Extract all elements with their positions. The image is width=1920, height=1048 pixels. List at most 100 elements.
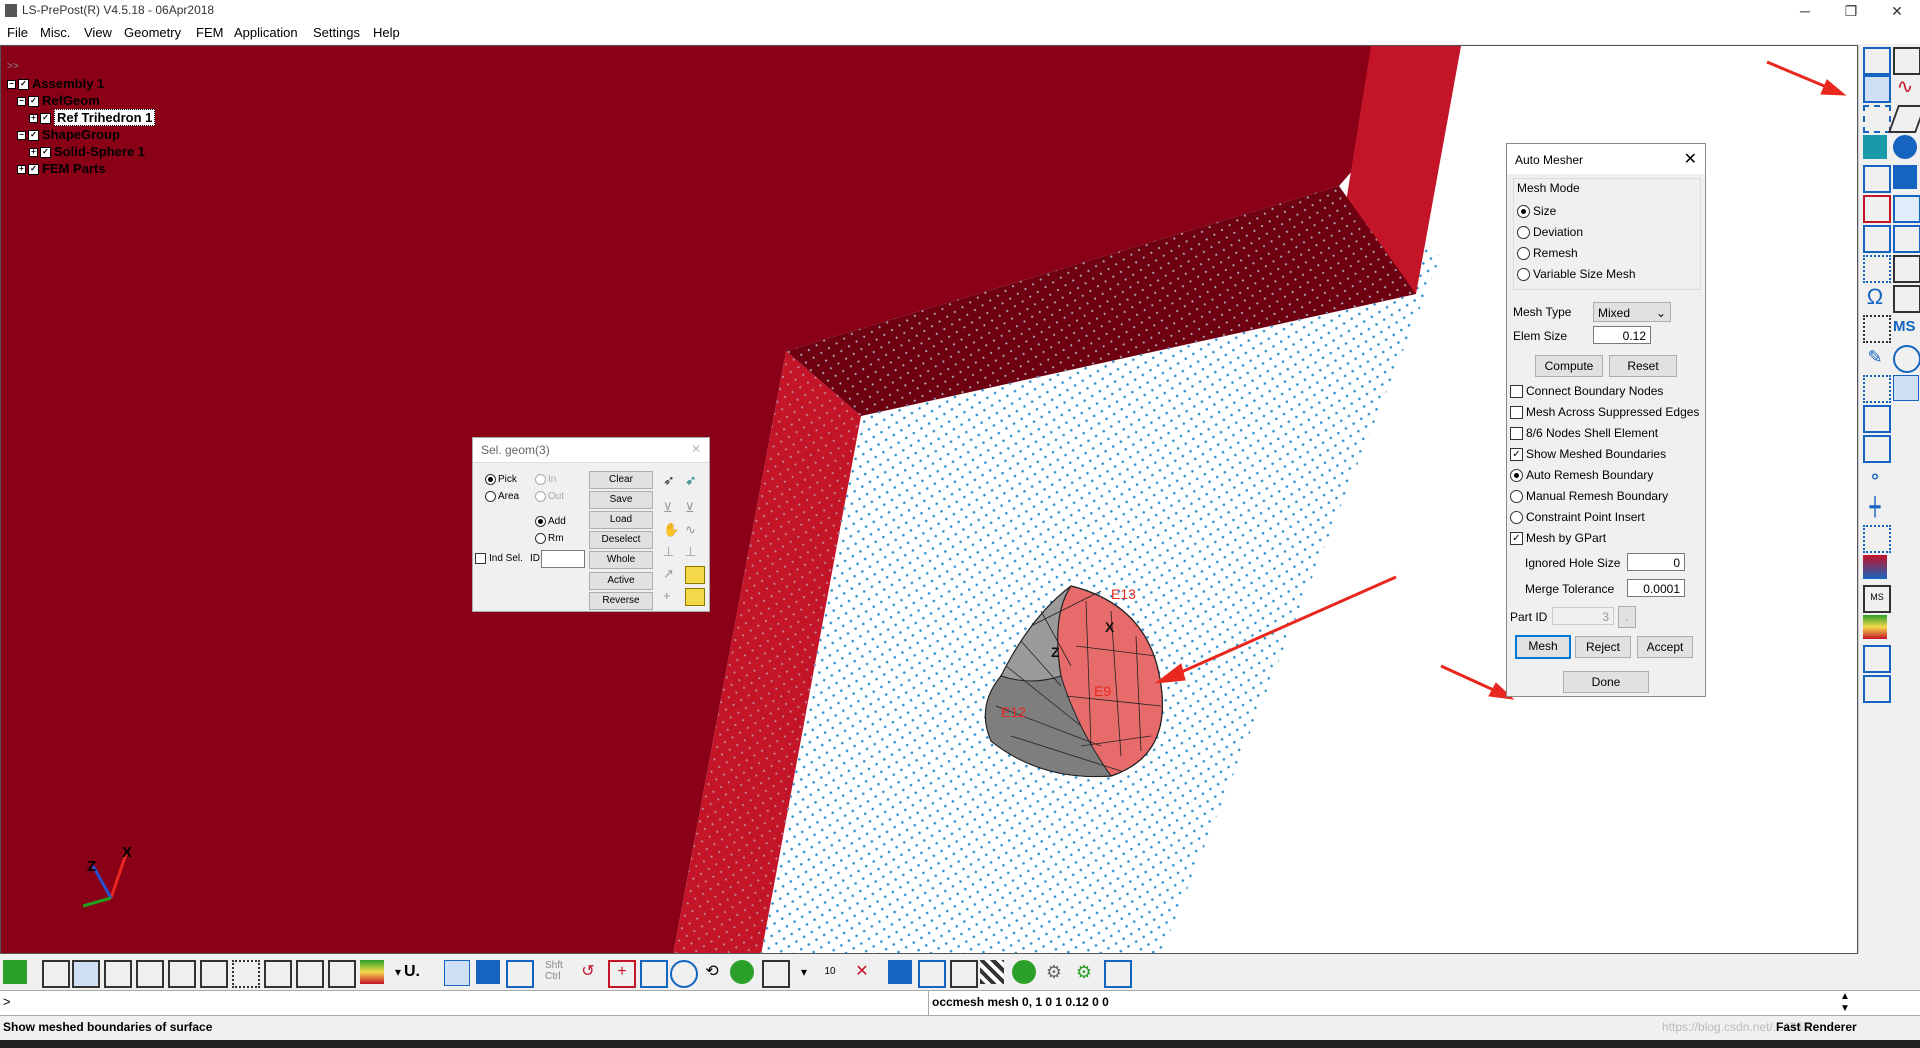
checkbox-icon[interactable]: ✓ xyxy=(28,130,39,142)
axis-toggle-icon[interactable]: ✕ xyxy=(850,960,874,984)
arrow-icon[interactable]: ↗ xyxy=(663,566,681,582)
fringe-view-icon[interactable] xyxy=(296,960,324,988)
transform-icon[interactable] xyxy=(1893,255,1920,283)
auto-mesher-icon[interactable] xyxy=(1863,75,1891,103)
id-input[interactable] xyxy=(541,550,585,568)
restore-button[interactable]: ❐ xyxy=(1828,0,1874,22)
surface-mesh-icon[interactable] xyxy=(1863,435,1891,463)
history-scroll[interactable]: ▲ ▼ xyxy=(1840,991,1850,1015)
shaded-icon[interactable] xyxy=(72,960,100,988)
collapse-icon[interactable]: − xyxy=(7,80,16,90)
constraint-point-radio[interactable]: Constraint Point Insert xyxy=(1510,510,1645,525)
menu-file[interactable]: File xyxy=(7,25,28,40)
tree-item-ref-trihedron[interactable]: + ✓ Ref Trihedron 1 xyxy=(7,109,156,126)
grid-mesh-icon[interactable] xyxy=(1863,105,1891,133)
reverse-button[interactable]: Reverse xyxy=(589,592,653,610)
menu-application[interactable]: Application xyxy=(234,25,298,40)
zoom-icon[interactable] xyxy=(640,960,668,988)
triangle-icon[interactable] xyxy=(1863,225,1891,253)
load-button[interactable]: Load xyxy=(589,511,653,529)
pin-alt-icon[interactable]: ⊥ xyxy=(685,544,703,560)
checkbox-icon[interactable]: ✓ xyxy=(40,147,51,159)
ms-mesh-icon[interactable]: MS xyxy=(1863,585,1891,613)
mode-remesh-radio[interactable]: Remesh xyxy=(1517,246,1578,261)
86-nodes-checkbox[interactable]: 8/6 Nodes Shell Element xyxy=(1510,426,1658,441)
clear-button[interactable]: Clear xyxy=(589,471,653,489)
hand-icon[interactable]: ✋ xyxy=(663,522,681,538)
wireframe-icon[interactable] xyxy=(42,960,70,988)
magnet-icon[interactable]: Ω xyxy=(1863,285,1887,309)
command-input[interactable]: > xyxy=(0,991,929,1015)
highlight-tool-icon[interactable] xyxy=(685,566,705,584)
merge-icon[interactable] xyxy=(1893,375,1919,401)
curve-icon[interactable]: ∿ xyxy=(685,522,703,538)
rotate-view-icon[interactable] xyxy=(670,960,698,988)
solid-view-icon[interactable] xyxy=(476,960,500,984)
color-cube-icon[interactable] xyxy=(1863,555,1887,579)
reset-button[interactable]: Reset xyxy=(1609,355,1677,377)
active-button[interactable]: Active xyxy=(589,572,653,590)
tree-item-assembly[interactable]: − ✓ Assembly 1 xyxy=(7,75,155,92)
collapse-icon[interactable]: − xyxy=(17,97,26,107)
hidden-line-icon[interactable] xyxy=(104,960,132,988)
add-radio[interactable]: Add xyxy=(535,516,566,527)
tree-item-shapegroup[interactable]: − ✓ ShapeGroup xyxy=(7,126,155,143)
close-icon[interactable]: ✕ xyxy=(1684,149,1697,169)
feature-line-icon[interactable] xyxy=(200,960,228,988)
split-icon[interactable]: ┿ xyxy=(1863,495,1887,519)
ms-icon[interactable]: MS xyxy=(1893,315,1917,339)
smooth-icon[interactable] xyxy=(1863,645,1891,673)
home-icon[interactable] xyxy=(918,960,946,988)
tree-item-fem-parts[interactable]: + ✓ FEM Parts xyxy=(7,160,155,177)
rotate-tool-icon[interactable]: ↺ xyxy=(576,960,600,984)
view-dropdown-icon[interactable]: ▾ xyxy=(792,960,816,984)
whole-button[interactable]: Whole xyxy=(589,551,653,569)
globe-icon[interactable] xyxy=(730,960,754,984)
checkbox-icon[interactable]: ✓ xyxy=(18,79,29,91)
ind-sel-checkbox[interactable]: Ind Sel. xyxy=(475,553,523,564)
block-mesh-icon[interactable] xyxy=(1863,405,1891,433)
home-view-icon[interactable] xyxy=(3,960,27,984)
points-icon[interactable] xyxy=(1863,315,1891,343)
points-view-icon[interactable] xyxy=(232,960,260,988)
sphere-icon[interactable] xyxy=(1893,135,1917,159)
plane-icon[interactable] xyxy=(1887,105,1920,133)
out-radio[interactable]: Out xyxy=(535,491,564,502)
save-button[interactable]: Save xyxy=(589,491,653,509)
collapse-icon[interactable]: − xyxy=(17,131,26,141)
iso-view-icon[interactable] xyxy=(506,960,534,988)
manual-remesh-radio[interactable]: Manual Remesh Boundary xyxy=(1510,489,1668,504)
outline-icon[interactable] xyxy=(168,960,196,988)
connect-boundary-checkbox[interactable]: Connect Boundary Nodes xyxy=(1510,384,1663,399)
shell-icon[interactable] xyxy=(1863,165,1891,193)
mesh-type-select[interactable]: Mixed ⌄ xyxy=(1593,302,1671,322)
grid-view-icon[interactable] xyxy=(264,960,292,988)
tree-item-refgeom[interactable]: − ✓ RefGeom xyxy=(7,92,155,109)
filter-alt-icon[interactable]: ⊻ xyxy=(685,500,703,516)
close-icon[interactable]: ✕ xyxy=(691,442,701,456)
plot-icon[interactable] xyxy=(1104,960,1132,988)
area-radio[interactable]: Area xyxy=(485,491,519,502)
menu-misc[interactable]: Misc. xyxy=(40,25,70,40)
table-icon[interactable] xyxy=(1893,285,1920,313)
menu-fem[interactable]: FEM xyxy=(196,25,223,40)
reject-button[interactable]: Reject xyxy=(1575,636,1631,658)
curve-icon[interactable]: ∿ xyxy=(1893,75,1917,99)
menu-geometry[interactable]: Geometry xyxy=(124,25,181,40)
mesh-by-gpart-checkbox[interactable]: ✓ Mesh by GPart xyxy=(1510,531,1606,546)
pen-icon[interactable]: ✎ xyxy=(1863,345,1887,369)
in-radio[interactable]: In xyxy=(535,474,556,485)
check-sphere-icon[interactable] xyxy=(1893,345,1920,373)
menu-settings[interactable]: Settings xyxy=(313,25,360,40)
tree-item-solid-sphere[interactable]: + ✓ Solid-Sphere 1 xyxy=(7,143,155,160)
solid-cube-icon[interactable] xyxy=(1863,135,1887,159)
refine-icon[interactable] xyxy=(1863,525,1891,553)
filter-icon[interactable]: ⊻ xyxy=(663,500,681,516)
compute-button[interactable]: Compute xyxy=(1535,355,1603,377)
minimize-button[interactable]: ─ xyxy=(1782,0,1828,22)
done-button[interactable]: Done xyxy=(1563,671,1649,693)
node-grid-icon[interactable] xyxy=(1863,255,1891,283)
elem-size-input[interactable]: 0.12 xyxy=(1593,326,1651,344)
select-cursor-icon[interactable]: ➶ xyxy=(663,472,681,488)
mode-variable-radio[interactable]: Variable Size Mesh xyxy=(1517,267,1636,282)
